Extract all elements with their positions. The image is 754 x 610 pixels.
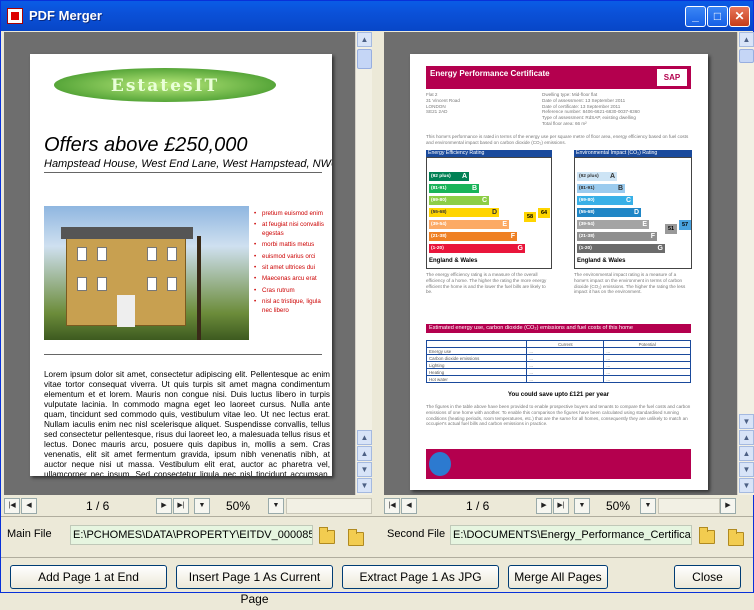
page-down-icon[interactable]: ▼: [357, 462, 372, 477]
page-indicator: 1 / 6: [86, 499, 110, 513]
efficiency-note: The energy efficiency rating is a measur…: [426, 272, 547, 295]
scroll-down-icon[interactable]: ▼: [739, 478, 754, 493]
next-page-button[interactable]: ▶: [536, 498, 552, 514]
maximize-button[interactable]: □: [707, 6, 728, 27]
house-photo: [44, 206, 249, 340]
page-down-icon[interactable]: ▼: [739, 462, 754, 477]
pdf-app-icon: [7, 8, 23, 24]
first-page-button[interactable]: |◀: [384, 498, 400, 514]
property-details: Dwelling type: Mid-floor flat Date of ass…: [542, 92, 640, 126]
next-page-button[interactable]: ▶: [156, 498, 172, 514]
scroll-thumb[interactable]: [739, 49, 754, 63]
list-item: at feugiat nisi convallis egestas: [254, 221, 328, 238]
listing-title: Offers above £250,000: [44, 134, 248, 156]
list-item: Cras rutrum: [254, 287, 328, 296]
previous-page-button[interactable]: ◀: [21, 498, 37, 514]
second-file-path-field[interactable]: E:\DOCUMENTS\Energy_Performance_Certific…: [450, 525, 692, 545]
address-block: Flat 2 31 Vincent Road LONDON SE21 2AD: [426, 92, 460, 115]
list-item: morbi mattis metus: [254, 241, 328, 250]
epc-footer-banner: [426, 449, 691, 479]
left-document-viewer[interactable]: EstatesIT Offers above £250,000 Hampstea…: [4, 32, 355, 495]
browse-folder-icon[interactable]: [728, 529, 744, 546]
first-page-button[interactable]: |◀: [4, 498, 20, 514]
list-item: nisl ac tristique, ligula nec libero: [254, 298, 328, 315]
last-page-button[interactable]: ▶|: [173, 498, 189, 514]
efficiency-rating-title: Energy Efficiency Rating: [426, 150, 552, 157]
right-document-viewer[interactable]: Energy Performance Certificate SAP Flat …: [384, 32, 737, 495]
minimize-button[interactable]: _: [685, 6, 706, 27]
browse-folder-icon[interactable]: [348, 529, 364, 546]
pdf-merger-window: PDF Merger _ □ ✕ EstatesIT Offers above …: [0, 0, 754, 606]
efficiency-potential: 64: [538, 208, 550, 218]
impact-potential: 57: [679, 220, 691, 230]
left-horizontal-scrollbar[interactable]: [286, 498, 372, 514]
impact-rating-title: Environmental Impact (CO₂) Rating: [574, 150, 692, 157]
zoom-dropdown-icon[interactable]: ▼: [574, 498, 590, 514]
listing-subtitle: Hampstead House, West End Lane, West Ham…: [44, 158, 332, 170]
insert-page-button[interactable]: Insert Page 1 As Current Page: [176, 565, 333, 606]
scroll-right-icon[interactable]: ▶: [720, 498, 736, 514]
intro-text: This home's performance is rated in term…: [426, 134, 689, 145]
main-file-path-field[interactable]: E:\PCHOMES\DATA\PROPERTY\EITDV_000085\PD…: [70, 525, 313, 545]
scroll-up-icon[interactable]: ▲: [739, 32, 754, 47]
close-button[interactable]: Close: [674, 565, 741, 589]
scroll-up-icon[interactable]: ▲: [739, 430, 754, 445]
estatesit-logo: EstatesIT: [54, 68, 276, 102]
open-folder-icon[interactable]: [699, 527, 715, 544]
title-bar[interactable]: PDF Merger _ □ ✕: [1, 1, 753, 31]
impact-chart: (92 plus) A (81-91) B (69-80) C (55-68) …: [574, 157, 692, 269]
scroll-down-icon[interactable]: ▼: [357, 478, 372, 493]
second-file-label: Second File: [387, 528, 446, 540]
last-page-button[interactable]: ▶|: [553, 498, 569, 514]
left-navigation-bar: |◀ ◀ 1 / 6 ▶ ▶| ▼ 50% ▼: [4, 497, 372, 515]
separator: [1, 516, 753, 517]
right-vertical-scrollbar[interactable]: ▲ ▼ ▲ ▲ ▼ ▼: [737, 32, 754, 495]
close-window-button[interactable]: ✕: [729, 6, 750, 27]
energy-costs-table: Current Potential Energy use...... Carbon…: [425, 340, 691, 383]
open-folder-icon[interactable]: [319, 527, 335, 544]
scroll-up-icon[interactable]: ▲: [357, 32, 372, 47]
zoom-dropdown-icon[interactable]: ▼: [194, 498, 210, 514]
right-navigation-bar: |◀ ◀ 1 / 6 ▶ ▶| ▼ 50% ▼ ▶: [384, 497, 736, 515]
list-item: pretium euismod enim: [254, 210, 328, 219]
right-horizontal-scrollbar[interactable]: [658, 498, 720, 514]
zoom-level: 50%: [226, 499, 251, 513]
scroll-down-icon[interactable]: ▼: [739, 414, 754, 429]
window-title: PDF Merger: [29, 8, 102, 23]
add-page-at-end-button[interactable]: Add Page 1 at End: [10, 565, 167, 589]
scroll-up-icon[interactable]: ▲: [357, 430, 372, 445]
zoom-menu-button[interactable]: ▼: [640, 498, 656, 514]
left-vertical-scrollbar[interactable]: ▲ ▲ ▲ ▼ ▼: [355, 32, 372, 495]
left-pdf-page: EstatesIT Offers above £250,000 Hampstea…: [30, 54, 332, 476]
savings-line: You could save upto £121 per year: [507, 391, 610, 398]
listing-body-text: Lorem ipsum dolor sit amet, consectetur …: [44, 370, 330, 476]
merge-all-pages-button[interactable]: Merge All Pages: [508, 565, 608, 589]
estimated-energy-bar: Estimated energy use, carbon dioxide (CO…: [426, 324, 691, 333]
energy-saving-trust-icon: [429, 452, 451, 476]
list-item: Maecenas arcu erat: [254, 275, 328, 284]
sap-logo: SAP: [656, 68, 688, 87]
main-file-label: Main File: [7, 528, 52, 540]
divider: [44, 172, 322, 173]
zoom-menu-button[interactable]: ▼: [268, 498, 284, 514]
page-indicator: 1 / 6: [466, 499, 490, 513]
extract-page-jpg-button[interactable]: Extract Page 1 As JPG: [342, 565, 499, 589]
efficiency-current: 58: [524, 212, 536, 222]
feature-list: pretium euismod enim at feugiat nisi con…: [254, 210, 328, 318]
list-item: euismod varius orci: [254, 253, 328, 262]
zoom-level: 50%: [606, 499, 631, 513]
impact-current: 51: [665, 224, 677, 234]
figures-note: The figures in the table above have been…: [426, 404, 691, 427]
separator: [1, 557, 753, 558]
scroll-thumb[interactable]: [357, 49, 372, 69]
divider: [44, 354, 322, 355]
impact-note: The environmental impact rating is a mea…: [574, 272, 686, 295]
page-up-icon[interactable]: ▲: [739, 446, 754, 461]
previous-page-button[interactable]: ◀: [401, 498, 417, 514]
right-pdf-page: Energy Performance Certificate SAP Flat …: [410, 54, 708, 490]
page-up-icon[interactable]: ▲: [357, 446, 372, 461]
efficiency-chart: (92 plus) A (81-91) B (69-80) C (55-68) …: [426, 157, 552, 269]
epc-header: Energy Performance Certificate SAP: [426, 66, 691, 89]
list-item: sit amet ultrices dui: [254, 264, 328, 273]
